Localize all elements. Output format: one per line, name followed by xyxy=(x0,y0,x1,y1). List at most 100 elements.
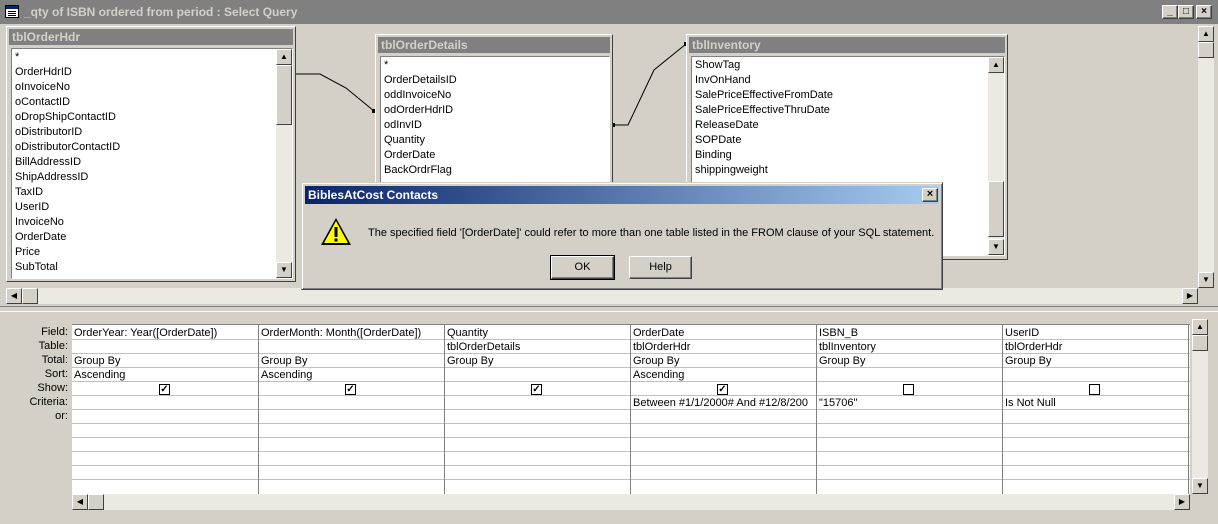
field-item[interactable]: OrderDate xyxy=(384,149,435,161)
pane-horizontal-scrollbar[interactable] xyxy=(6,288,1198,304)
field-item[interactable]: oDistributorContactID xyxy=(15,141,120,153)
grid-sort-cell[interactable]: Ascending xyxy=(631,368,816,382)
field-list[interactable]: * OrderDetailsID oddInvoiceNo odOrderHdr… xyxy=(380,56,610,184)
field-item[interactable]: SOPDate xyxy=(695,134,741,146)
field-item[interactable]: oDistributorID xyxy=(15,126,82,138)
grid-sort-cell[interactable] xyxy=(445,368,630,382)
field-item[interactable]: SalePriceEffectiveFromDate xyxy=(695,89,833,101)
scroll-thumb[interactable] xyxy=(1198,42,1214,58)
table-title[interactable]: tblInventory xyxy=(689,37,1005,53)
field-item[interactable]: SalePriceEffectiveThruDate xyxy=(695,104,830,116)
grid-field-cell[interactable]: OrderDate xyxy=(631,326,816,340)
grid-table-cell[interactable] xyxy=(72,340,258,354)
minimize-button[interactable]: _ xyxy=(1162,5,1178,19)
grid-or-cell[interactable] xyxy=(72,410,258,424)
show-checkbox[interactable]: ✓ xyxy=(531,384,542,395)
field-item[interactable]: TaxID xyxy=(15,186,43,198)
scroll-thumb[interactable] xyxy=(88,494,104,510)
grid-criteria-cell[interactable]: "15706" xyxy=(817,396,1002,410)
grid-table-cell[interactable]: tblOrderHdr xyxy=(1003,340,1188,354)
show-checkbox[interactable] xyxy=(903,384,914,395)
field-item[interactable]: OrderDate xyxy=(15,231,66,243)
query-window-icon[interactable] xyxy=(5,5,19,18)
scroll-down-icon[interactable]: ▼ xyxy=(1198,272,1214,288)
grid-field-cell[interactable]: ISBN_B xyxy=(817,326,1002,340)
grid-or-cell[interactable] xyxy=(631,410,816,424)
maximize-button[interactable]: □ xyxy=(1178,5,1194,19)
dialog-close-button[interactable]: × xyxy=(922,188,938,202)
pane-vertical-scrollbar[interactable] xyxy=(1198,26,1214,288)
field-item[interactable]: Binding xyxy=(695,149,732,161)
grid-or-cell[interactable] xyxy=(1003,410,1188,424)
scroll-thumb[interactable] xyxy=(988,181,1004,237)
field-item[interactable]: ReleaseDate xyxy=(695,119,759,131)
field-item[interactable]: odInvID xyxy=(384,119,422,131)
grid-table-cell[interactable] xyxy=(259,340,444,354)
field-list[interactable]: * OrderHdrID oInvoiceNo oContactID oDrop… xyxy=(11,48,293,279)
scroll-thumb[interactable] xyxy=(22,288,38,304)
scroll-left-icon[interactable]: ◀ xyxy=(6,288,22,304)
scroll-thumb[interactable] xyxy=(276,65,292,125)
scroll-down-icon[interactable]: ▼ xyxy=(276,262,292,278)
field-item[interactable]: shippingweight xyxy=(695,164,768,176)
show-checkbox[interactable]: ✓ xyxy=(345,384,356,395)
grid-criteria-cell[interactable]: Is Not Null xyxy=(1003,396,1188,410)
field-item[interactable]: OrderHdrID xyxy=(15,66,72,78)
field-item[interactable]: * xyxy=(15,51,19,63)
grid-criteria-cell[interactable] xyxy=(259,396,444,410)
scroll-down-icon[interactable]: ▼ xyxy=(988,239,1004,255)
show-checkbox[interactable] xyxy=(1089,384,1100,395)
show-checkbox[interactable]: ✓ xyxy=(717,384,728,395)
grid-total-cell[interactable]: Group By xyxy=(445,354,630,368)
field-item[interactable]: * xyxy=(384,59,388,71)
grid-sort-cell[interactable] xyxy=(1003,368,1188,382)
table-box-orderhdr[interactable]: tblOrderHdr * OrderHdrID oInvoiceNo oCon… xyxy=(6,26,296,282)
table-title[interactable]: tblOrderDetails xyxy=(378,37,610,53)
scroll-right-icon[interactable]: ▶ xyxy=(1182,288,1198,304)
grid-total-cell[interactable]: Group By xyxy=(631,354,816,368)
grid-criteria-cell[interactable] xyxy=(72,396,258,410)
grid-field-cell[interactable]: OrderYear: Year([OrderDate]) xyxy=(72,326,258,340)
table-box-orderdetails[interactable]: tblOrderDetails * OrderDetailsID oddInvo… xyxy=(375,34,613,184)
show-checkbox[interactable]: ✓ xyxy=(159,384,170,395)
grid-sort-cell[interactable]: Ascending xyxy=(259,368,444,382)
grid-total-cell[interactable]: Group By xyxy=(259,354,444,368)
grid-criteria-cell[interactable]: Between #1/1/2000# And #12/8/200 xyxy=(631,396,816,410)
field-item[interactable]: Price xyxy=(15,246,40,258)
field-item[interactable]: InvoiceNo xyxy=(15,216,64,228)
scroll-down-icon[interactable]: ▼ xyxy=(1192,478,1208,494)
field-item[interactable]: odOrderHdrID xyxy=(384,104,453,116)
scroll-up-icon[interactable]: ▲ xyxy=(1192,319,1208,335)
table-title[interactable]: tblOrderHdr xyxy=(9,29,293,45)
grid-table-cell[interactable]: tblOrderHdr xyxy=(631,340,816,354)
grid-field-cell[interactable]: Quantity xyxy=(445,326,630,340)
grid-or-cell[interactable] xyxy=(445,410,630,424)
pane-splitter[interactable] xyxy=(0,306,1218,312)
field-item[interactable]: ShowTag xyxy=(695,59,740,71)
ok-button[interactable]: OK xyxy=(550,255,615,280)
grid-or-cell[interactable] xyxy=(817,410,1002,424)
field-item[interactable]: oInvoiceNo xyxy=(15,81,70,93)
field-item[interactable]: BillAddressID xyxy=(15,156,81,168)
scroll-thumb[interactable] xyxy=(1192,335,1208,351)
help-button[interactable]: Help xyxy=(629,256,692,279)
design-grid[interactable]: OrderYear: Year([OrderDate]) Group By As… xyxy=(72,325,1190,494)
field-item[interactable]: oddInvoiceNo xyxy=(384,89,451,101)
grid-horizontal-scrollbar[interactable] xyxy=(72,494,1190,510)
grid-total-cell[interactable]: Group By xyxy=(817,354,1002,368)
grid-table-cell[interactable]: tblInventory xyxy=(817,340,1002,354)
field-item[interactable]: oDropShipContactID xyxy=(15,111,116,123)
scroll-left-icon[interactable]: ◀ xyxy=(72,494,88,510)
field-item[interactable]: UserID xyxy=(15,201,49,213)
grid-field-cell[interactable]: UserID xyxy=(1003,326,1188,340)
close-button[interactable]: × xyxy=(1196,5,1212,19)
field-item[interactable]: SubTotal xyxy=(15,261,58,273)
field-item[interactable]: InvOnHand xyxy=(695,74,751,86)
field-item[interactable]: OrderDetailsID xyxy=(384,74,457,86)
grid-criteria-cell[interactable] xyxy=(445,396,630,410)
grid-or-cell[interactable] xyxy=(259,410,444,424)
grid-total-cell[interactable]: Group By xyxy=(1003,354,1188,368)
scroll-up-icon[interactable]: ▲ xyxy=(988,57,1004,73)
grid-sort-cell[interactable] xyxy=(817,368,1002,382)
field-item[interactable]: BackOrdrFlag xyxy=(384,164,452,176)
